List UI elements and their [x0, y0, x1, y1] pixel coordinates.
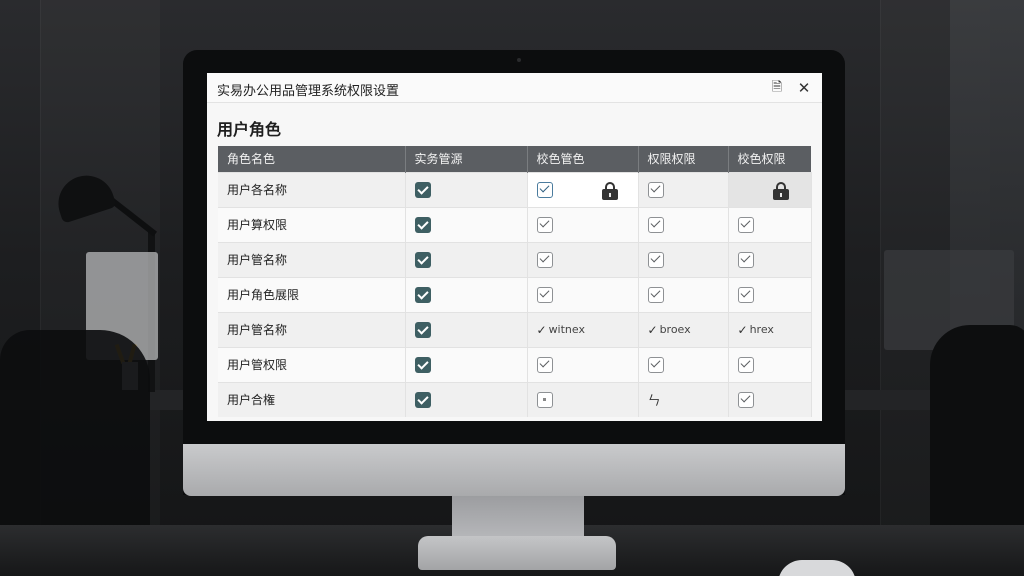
- column-header-affairs[interactable]: 实务管源: [405, 146, 528, 172]
- checkbox-cell: [405, 381, 528, 417]
- document-icon[interactable]: 🗎: [769, 80, 785, 96]
- checkbox-checked[interactable]: [414, 391, 431, 408]
- checkbox-cell: [405, 276, 528, 312]
- checkbox-checked-outline[interactable]: [647, 251, 664, 268]
- checkbox-cell: [405, 171, 528, 207]
- lock-icon: [772, 181, 789, 200]
- role-name-cell: 用户管权限: [218, 346, 406, 382]
- permission-settings-window: 实易办公用品管理系统权限设置 🗎 ✕ 用户角色 角色名色 实务管源 校色管色 权…: [207, 73, 822, 421]
- window-title: 实易办公用品管理系统权限设置: [217, 84, 400, 99]
- checkbox-cell: [527, 346, 639, 382]
- checkbox-checked[interactable]: [414, 216, 431, 233]
- computer-mouse: [778, 560, 856, 576]
- checkbox-cell: [527, 276, 639, 312]
- column-header-permission[interactable]: 权限权限: [638, 146, 729, 172]
- tick-label: broex: [659, 323, 691, 337]
- checkbox-empty[interactable]: [536, 391, 553, 408]
- checkbox-checked[interactable]: [414, 286, 431, 303]
- checkbox-cell: [728, 276, 812, 312]
- checkbox-checked-outline[interactable]: [536, 181, 553, 198]
- close-icon[interactable]: ✕: [796, 80, 812, 96]
- permission-table: 角色名色 实务管源 校色管色 权限权限 校色权限 用户各名称 用户算权限 用户管…: [218, 146, 812, 417]
- checkbox-checked[interactable]: [414, 251, 431, 268]
- role-name-cell: 用户角色展限: [218, 276, 406, 312]
- checkbox-checked-outline[interactable]: [737, 216, 754, 233]
- monitor-camera: [517, 58, 521, 62]
- monitor-stand-foot: [418, 536, 616, 570]
- checkbox-cell: [638, 206, 729, 242]
- table-row: 用户算权限: [218, 206, 812, 242]
- tick-label: witnex: [548, 323, 585, 337]
- tick-text-cell[interactable]: ✓ hrex: [728, 311, 812, 347]
- checkbox-cell: [638, 241, 729, 277]
- tick-text-cell[interactable]: ✓ witnex: [527, 311, 639, 347]
- checkbox-checked[interactable]: [414, 356, 431, 373]
- checkbox-cell: [638, 276, 729, 312]
- tick-label: hrex: [749, 323, 774, 337]
- lock-icon: [601, 181, 618, 200]
- checkbox-cell: [405, 311, 528, 347]
- table-row: 用户管名称: [218, 241, 812, 277]
- table-row: 用户各名称: [218, 171, 812, 207]
- monitor-stand-neck: [452, 496, 584, 540]
- checkbox-checked-outline[interactable]: [737, 391, 754, 408]
- checkbox-checked-outline[interactable]: [647, 181, 664, 198]
- table-row: 用户管名称 ✓ witnex ✓ broex ✓ hrex: [218, 311, 812, 347]
- checkbox-cell: [728, 206, 812, 242]
- checkbox-checked[interactable]: [414, 181, 431, 198]
- checkmark-icon: ✓: [737, 322, 748, 337]
- column-header-role-management[interactable]: 校色管色: [527, 146, 639, 172]
- table-row: 用户合権 ㄣ: [218, 381, 812, 417]
- checkbox-checked-outline[interactable]: [647, 286, 664, 303]
- checkbox-cell: [405, 346, 528, 382]
- table-row: 用户角色展限: [218, 276, 812, 312]
- checkmark-icon: ✓: [536, 322, 547, 337]
- checkbox-cell: [527, 171, 639, 207]
- window-titlebar: 实易办公用品管理系统权限设置 🗎 ✕: [207, 73, 822, 103]
- role-name-cell: 用户算权限: [218, 206, 406, 242]
- column-header-role-name[interactable]: 角色名色: [218, 146, 406, 172]
- tick-text-cell[interactable]: ✓ broex: [638, 311, 729, 347]
- checkbox-checked-outline[interactable]: [536, 356, 553, 373]
- checkbox-checked[interactable]: [414, 321, 431, 338]
- monitor-chin: [183, 444, 845, 496]
- section-title: 用户角色: [217, 120, 282, 139]
- checkbox-cell: [527, 381, 639, 417]
- checkbox-checked-outline[interactable]: [536, 251, 553, 268]
- checkbox-cell: [527, 241, 639, 277]
- checkbox-checked-outline[interactable]: [647, 356, 664, 373]
- checkbox-checked-outline[interactable]: [536, 286, 553, 303]
- checkbox-cell: [728, 241, 812, 277]
- checkbox-cell: [728, 171, 812, 207]
- checkbox-checked-outline[interactable]: [647, 216, 664, 233]
- checkbox-checked-outline[interactable]: [737, 356, 754, 373]
- table-row: 用户管权限: [218, 346, 812, 382]
- checkbox-cell: [728, 381, 812, 417]
- checkbox-checked-outline[interactable]: [737, 251, 754, 268]
- checkbox-cell: [405, 241, 528, 277]
- glyph-cell[interactable]: ㄣ: [638, 381, 729, 417]
- role-name-cell: 用户管名称: [218, 241, 406, 277]
- checkbox-checked-outline[interactable]: [536, 216, 553, 233]
- table-header-row: 角色名色 实务管源 校色管色 权限权限 校色权限: [218, 146, 811, 172]
- role-name-cell: 用户管名称: [218, 311, 406, 347]
- column-header-role-permission[interactable]: 校色权限: [728, 146, 811, 172]
- role-name-cell: 用户各名称: [218, 171, 406, 207]
- checkbox-cell: [638, 346, 729, 382]
- role-name-cell: 用户合権: [218, 381, 406, 417]
- checkbox-cell: [638, 171, 729, 207]
- checkbox-cell: [728, 346, 812, 382]
- checkmark-icon: ✓: [647, 322, 658, 337]
- checkbox-cell: [527, 206, 639, 242]
- checkbox-checked-outline[interactable]: [737, 286, 754, 303]
- corner-glyph: ㄣ: [647, 394, 661, 410]
- checkbox-cell: [405, 206, 528, 242]
